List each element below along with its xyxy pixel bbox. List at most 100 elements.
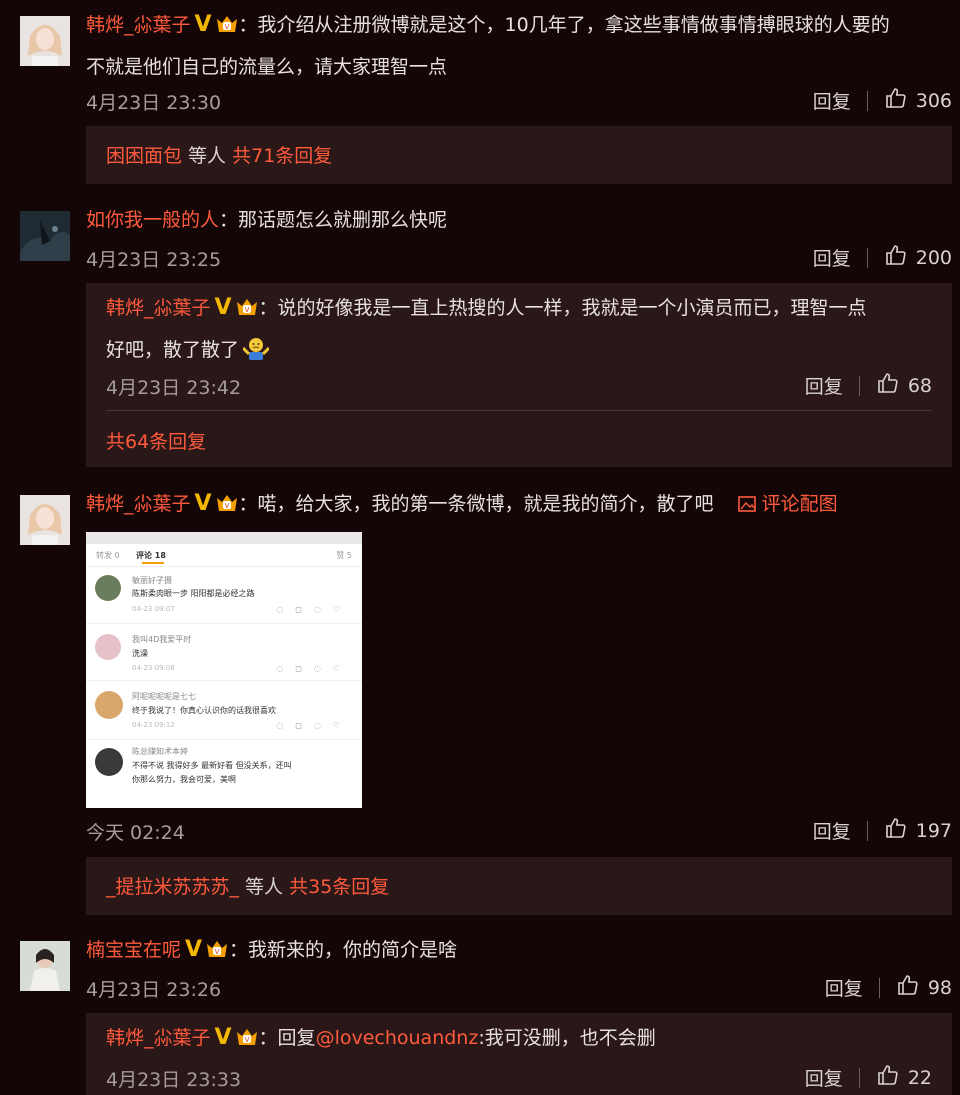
username-link[interactable]: 韩烨_尛葉子 (86, 14, 191, 36)
username-link[interactable]: 韩烨_尛葉子 (86, 493, 191, 515)
embedded-text: 你那么努力，我会可爱，美啊 (132, 775, 236, 784)
embedded-text: 洗澡 (132, 649, 148, 658)
like-count: 200 (915, 246, 952, 269)
tab-likes: 赞 5 (336, 551, 352, 560)
avatar[interactable] (20, 941, 70, 991)
embedded-text: 不得不说 我得好多 最新好看 但没关系，还叫 (132, 761, 292, 770)
divider (866, 820, 868, 841)
divider (866, 90, 868, 111)
tab-reposts: 转发 0 (96, 551, 120, 560)
comment-time: 4月23日 23:30 (86, 92, 222, 114)
verified-icon: V (214, 1025, 232, 1050)
tab-underline (142, 562, 164, 564)
avatar (95, 748, 123, 776)
embedded-actions: ◌◻◌♡ (276, 721, 352, 730)
like-icon[interactable] (896, 973, 920, 1002)
embedded-time: 04-23 09:08 (132, 664, 175, 672)
embedded-username: 陈总赚知术本婷 (132, 747, 188, 756)
reply-button[interactable]: 回复 (805, 1064, 843, 1091)
reply-user-link[interactable]: 困困面包 (106, 145, 182, 167)
crown-badge-icon: V (235, 1023, 259, 1061)
comment-picture-label: 评论配图 (761, 493, 838, 515)
reply-summary-box[interactable]: _提拉米苏苏苏_ 等人 共35条回复 (86, 857, 952, 915)
reply-button[interactable]: 回复 (813, 244, 851, 271)
embedded-username: 我叫4D我爱平时 (132, 635, 192, 644)
comment-text: ：我新来的，你的简介是啥 (229, 939, 458, 961)
reply-text: ：回复 (258, 1027, 316, 1049)
mention-link[interactable]: @lovechouandnz (316, 1027, 479, 1049)
comment-text: ：喏，给大家，我的第一条微博，就是我的简介，散了吧 (238, 493, 714, 515)
like-count: 98 (927, 976, 952, 999)
like-icon[interactable] (876, 371, 900, 400)
comment-text: ：我介绍从注册微博就是这个，10几年了，拿这些事情做事情搏眼球的人要的 (238, 14, 890, 36)
embedded-username: 阿呢呢呢呢是七七 (132, 692, 196, 701)
crown-badge-icon: V (215, 489, 239, 527)
like-count: 197 (915, 819, 952, 842)
reply-text: ：说的好像我是一直上热搜的人一样，我就是一个小演员而已，理智一点 (258, 297, 867, 319)
svg-text:V: V (244, 1036, 249, 1044)
comment-time: 4月23日 23:26 (86, 979, 222, 1001)
comment-image[interactable]: 转发 0 评论 18 赞 5 敏丽好子摄 陈斯柔肉眼一步 阳阳都是必经之路 04… (86, 532, 362, 808)
comment-text: 不就是他们自己的流量么，请大家理智一点 (86, 56, 448, 78)
shrug-emoji-icon (241, 335, 271, 373)
verified-icon: V (214, 295, 232, 320)
username-link[interactable]: 韩烨_尛葉子 (106, 297, 211, 319)
image-icon (737, 496, 756, 512)
embedded-text: 终于我说了！你真心认识你的话我很喜欢 (132, 706, 276, 715)
like-count: 306 (915, 89, 952, 112)
view-replies-link[interactable]: 共64条回复 (106, 427, 206, 454)
view-replies-link[interactable]: 共35条回复 (289, 876, 389, 898)
embedded-username: 敏丽好子摄 (132, 576, 172, 585)
embedded-actions: ◌◻◌♡ (276, 664, 352, 673)
comment-picture-link[interactable]: 评论配图 (737, 493, 838, 515)
reply-button[interactable]: 回复 (805, 372, 843, 399)
comment-text: ：那话题怎么就删那么快呢 (219, 209, 448, 231)
like-icon[interactable] (884, 86, 908, 115)
reply-summary-text: 等人 (182, 145, 233, 167)
reply-user-link[interactable]: _提拉米苏苏苏_ (106, 876, 239, 898)
reply-text: 好吧，散了散了 (106, 339, 240, 361)
avatar[interactable] (20, 211, 70, 261)
embedded-comment-row: 阿呢呢呢呢是七七 终于我说了！你真心认识你的话我很喜欢 04-23 09:12 … (86, 681, 362, 740)
reply-button[interactable]: 回复 (813, 87, 851, 114)
comment-time: 今天 02:24 (86, 822, 185, 844)
reply-button[interactable]: 回复 (825, 974, 863, 1001)
verified-icon: V (185, 937, 203, 962)
like-count: 68 (907, 374, 932, 397)
divider (878, 977, 880, 998)
like-icon[interactable] (876, 1063, 900, 1092)
username-link[interactable]: 如你我一般的人 (86, 209, 219, 231)
svg-text:V: V (244, 306, 249, 314)
username-link[interactable]: 韩烨_尛葉子 (106, 1027, 211, 1049)
crown-badge-icon: V (235, 293, 259, 331)
crown-badge-icon: V (215, 10, 239, 48)
avatar[interactable] (20, 495, 70, 545)
verified-icon: V (194, 12, 212, 37)
embedded-comment-row: 敏丽好子摄 陈斯柔肉眼一步 阳阳都是必经之路 04-23 09:07 ◌◻◌♡ (86, 567, 362, 624)
sub-reply-box: 韩烨_尛葉子 V V ：说的好像我是一直上热搜的人一样，我就是一个小演员而已，理智一点… (86, 283, 952, 467)
divider (858, 375, 860, 396)
embedded-time: 04-23 09:12 (132, 721, 175, 729)
username-link[interactable]: 楠宝宝在呢 (86, 939, 181, 961)
reply-text: :我可没删，也不会删 (478, 1027, 656, 1049)
reply-time: 4月23日 23:42 (106, 377, 242, 399)
like-count: 22 (907, 1066, 932, 1089)
view-replies-link[interactable]: 共71条回复 (232, 145, 332, 167)
reply-summary-text: 等人 (239, 876, 290, 898)
avatar (95, 691, 123, 719)
reply-button[interactable]: 回复 (813, 817, 851, 844)
embedded-comment-row: 我叫4D我爱平时 洗澡 04-23 09:08 ◌◻◌♡ (86, 624, 362, 681)
svg-text:V: V (224, 502, 229, 510)
reply-summary-box[interactable]: 困困面包 等人 共71条回复 (86, 126, 952, 184)
embedded-actions: ◌◻◌♡ (276, 605, 352, 614)
avatar[interactable] (20, 16, 70, 66)
crown-badge-icon: V (205, 935, 229, 973)
tab-comments: 评论 18 (136, 551, 166, 560)
verified-icon: V (194, 491, 212, 516)
sub-reply-box: 韩烨_尛葉子 V V ：回复@lovechouandnz:我可没删，也不会删 4月23… (86, 1013, 952, 1095)
like-icon[interactable] (884, 816, 908, 845)
divider (866, 247, 868, 268)
svg-text:V: V (224, 23, 229, 31)
reply-time: 4月23日 23:33 (106, 1069, 242, 1091)
like-icon[interactable] (884, 243, 908, 272)
